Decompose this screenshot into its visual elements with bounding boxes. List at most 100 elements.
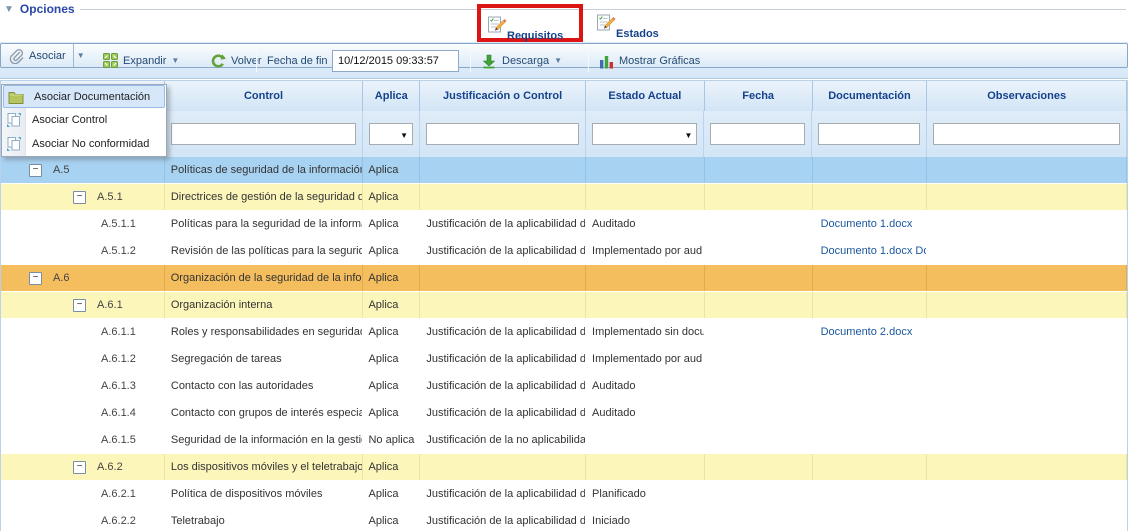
column-header-doc[interactable]: Documentación (813, 81, 928, 111)
table-row[interactable]: −A.5.1Directrices de gestión de la segur… (1, 184, 1127, 211)
tree-cell: A.6.1.2 (1, 346, 165, 372)
table-row[interactable]: A.5.1.2Revisión de las políticas para la… (1, 238, 1127, 265)
asociar-dropdown-menu: Asociar DocumentaciónAsociar ControlAsoc… (1, 84, 167, 157)
just-cell (420, 292, 586, 318)
estados-label: Estados (616, 28, 659, 40)
collapse-toggle-icon[interactable]: − (29, 272, 42, 285)
fecha-cell (705, 211, 813, 237)
collapse-toggle-icon[interactable]: − (73, 461, 86, 474)
mostrar-graficas-button[interactable]: Mostrar Gráficas (599, 43, 700, 78)
control-cell: Políticas para la seguridad de la inform… (165, 211, 364, 237)
descarga-label: Descarga (502, 55, 549, 67)
control-value: Contacto con las autoridades (171, 380, 313, 392)
collapse-toggle-icon[interactable]: − (29, 164, 42, 177)
filter-cell-fecha (704, 111, 812, 157)
descarga-button[interactable]: Descarga ▼ (481, 43, 562, 78)
control-value: Roles y responsabilidades en seguridad d… (171, 326, 364, 338)
just-value: Justificación de la aplicabilidad del (426, 488, 586, 500)
column-header-label: Aplica (375, 90, 408, 102)
table-row[interactable]: A.5.1.1Políticas para la seguridad de la… (1, 211, 1127, 238)
table-row[interactable]: A.6.1.3Contacto con las autoridadesAplic… (1, 373, 1127, 400)
document-link[interactable]: Documento 1.docx Do (821, 245, 928, 257)
requisitos-button[interactable]: Requisitos (477, 4, 583, 42)
doc-cell (813, 400, 928, 426)
just-cell (420, 454, 586, 480)
collapse-toggle-icon[interactable]: − (73, 191, 86, 204)
fecha-cell (705, 319, 813, 345)
estados-button[interactable]: Estados (588, 4, 698, 42)
table-row[interactable]: −A.5Políticas de seguridad de la informa… (1, 157, 1127, 184)
control-value: Organización interna (171, 299, 273, 311)
just-cell (420, 184, 586, 210)
just-value: Justificación de la aplicabilidad del (426, 407, 586, 419)
table-row[interactable]: A.6.1.2Segregación de tareasAplicaJustif… (1, 346, 1127, 373)
estado-value: Planificado (592, 488, 646, 500)
column-header-label: Observaciones (987, 90, 1066, 102)
aplica-value: Aplica (368, 191, 398, 203)
column-header-label: Estado Actual (608, 90, 681, 102)
menu-item-asociar-documentación[interactable]: Asociar Documentación (3, 85, 165, 108)
column-header-just[interactable]: Justificación o Control (420, 81, 586, 111)
fecha-cell (705, 292, 813, 318)
doc-cell (813, 427, 928, 453)
control-code: A.6.1 (97, 299, 123, 311)
column-header-estado[interactable]: Estado Actual (586, 81, 705, 111)
estado-cell (586, 292, 705, 318)
column-header-control[interactable]: Control (165, 81, 364, 111)
filter-select-aplica[interactable]: ▼ (369, 123, 413, 145)
doc-cell (813, 373, 928, 399)
fecha-de-fin-input[interactable] (332, 50, 459, 72)
control-cell: Contacto con grupos de interés especial (165, 400, 364, 426)
fecha-cell (705, 184, 813, 210)
control-cell: Directrices de gestión de la seguridad d… (165, 184, 364, 210)
fecha-cell (705, 238, 813, 264)
table-row[interactable]: A.6.1.4Contacto con grupos de interés es… (1, 400, 1127, 427)
just-cell: Justificación de la aplicabilidad del (420, 319, 586, 345)
document-link[interactable]: Documento 2.docx (821, 326, 913, 338)
aplica-value: Aplica (368, 272, 398, 284)
aplica-cell: Aplica (363, 319, 420, 345)
fecha-cell (705, 508, 813, 531)
column-header-obs[interactable]: Observaciones (927, 81, 1127, 111)
table-row[interactable]: −A.6Organización de la seguridad de la i… (1, 265, 1127, 292)
menu-item-asociar-no-conformidad[interactable]: Asociar No conformidad (2, 132, 166, 156)
filter-input-fecha[interactable] (710, 123, 805, 145)
column-header-aplica[interactable]: Aplica (363, 81, 420, 111)
doc-cell (813, 454, 928, 480)
table-row[interactable]: A.6.1.5Seguridad de la información en la… (1, 427, 1127, 454)
expandir-button[interactable]: Expandir ▼ (103, 43, 179, 78)
filter-input-obs[interactable] (933, 123, 1120, 145)
filter-input-doc[interactable] (818, 123, 920, 145)
document-link[interactable]: Documento 1.docx (821, 218, 913, 230)
collapse-toggle-icon[interactable]: − (73, 299, 86, 312)
doc-cell (813, 481, 928, 507)
table-row[interactable]: A.6.2.2TeletrabajoAplicaJustificación de… (1, 508, 1127, 531)
fecha-cell (705, 454, 813, 480)
aplica-cell: Aplica (363, 346, 420, 372)
table-row[interactable]: A.6.1.1Roles y responsabilidades en segu… (1, 319, 1127, 346)
mostrar-graficas-label: Mostrar Gráficas (619, 55, 700, 67)
filter-input-control[interactable] (171, 123, 357, 145)
doc-cell: Documento 1.docx (813, 211, 928, 237)
estado-cell (586, 157, 705, 183)
table-row[interactable]: −A.6.2Los dispositivos móviles y el tele… (1, 454, 1127, 481)
tree-cell: −A.6.1 (1, 292, 165, 318)
estado-value: Iniciado (592, 515, 630, 527)
column-header-fecha[interactable]: Fecha (705, 81, 813, 111)
just-cell (420, 265, 586, 291)
column-header-label: Control (244, 90, 283, 102)
filter-select-estado[interactable]: ▼ (592, 123, 698, 145)
asociar-dropdown-arrow[interactable]: ▼ (73, 44, 88, 67)
panel-collapse-icon[interactable]: ▼ (4, 4, 14, 15)
aplica-cell: Aplica (363, 265, 420, 291)
control-cell: Contacto con las autoridades (165, 373, 364, 399)
control-value: Política de dispositivos móviles (171, 488, 323, 500)
menu-item-asociar-control[interactable]: Asociar Control (2, 108, 166, 132)
volver-button[interactable]: Volver (210, 43, 262, 78)
filter-cell-just (420, 111, 586, 157)
aplica-cell: No aplica (363, 427, 420, 453)
table-row[interactable]: −A.6.1Organización internaAplica (1, 292, 1127, 319)
just-cell: Justificación de la aplicabilidad del (420, 238, 586, 264)
table-row[interactable]: A.6.2.1Política de dispositivos móvilesA… (1, 481, 1127, 508)
filter-input-just[interactable] (426, 123, 579, 145)
